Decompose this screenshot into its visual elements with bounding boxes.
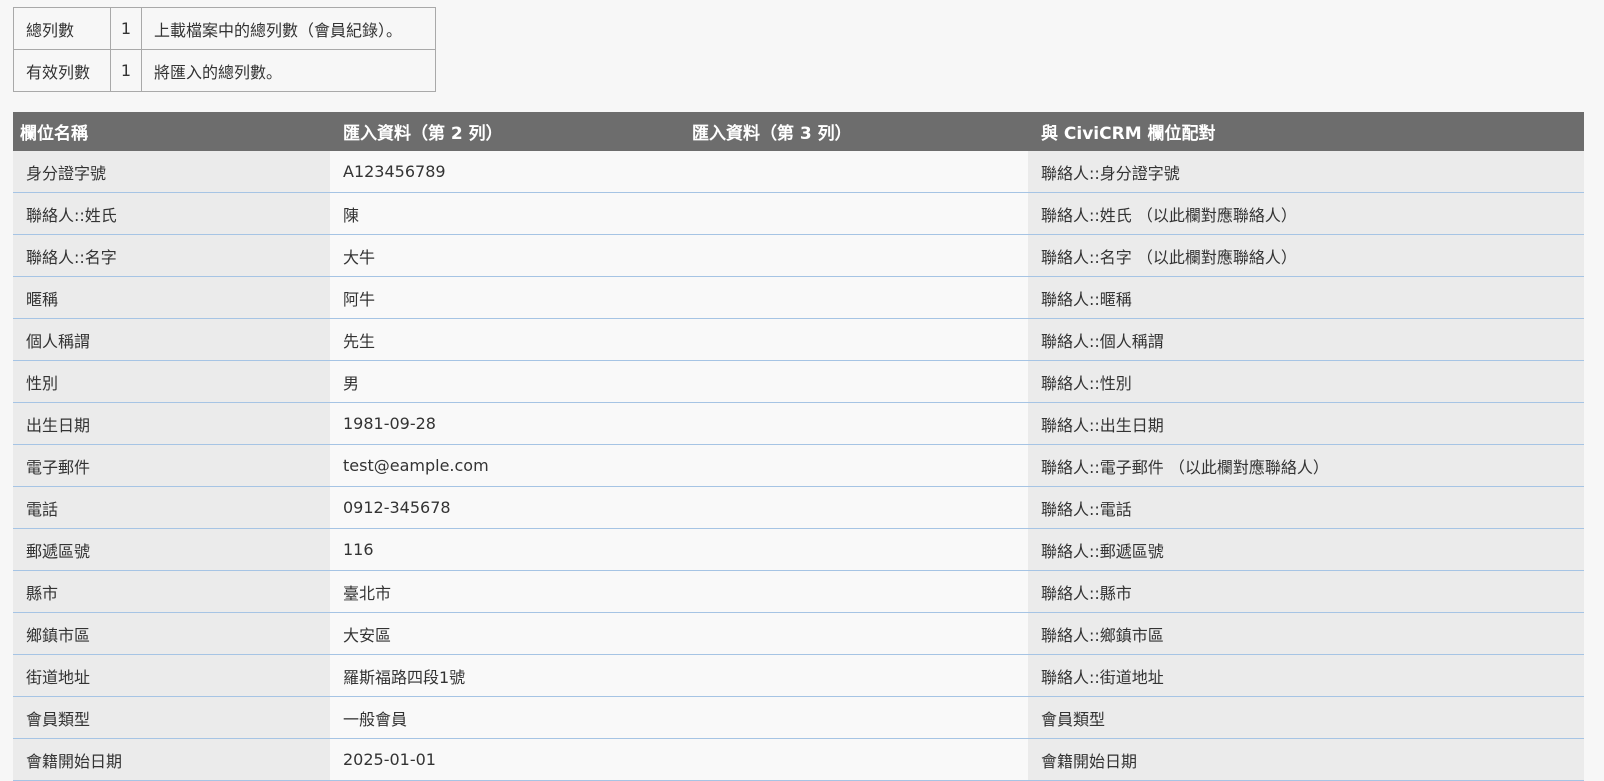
- import-row-2-cell: A123456789: [330, 151, 679, 192]
- civicrm-match-cell: 聯絡人::暱稱: [1028, 277, 1584, 318]
- field-name-cell: 縣市: [13, 571, 330, 612]
- import-row-3-cell: [679, 697, 1028, 738]
- import-row-2-cell: 大安區: [330, 613, 679, 654]
- field-name-cell: 街道地址: [13, 655, 330, 696]
- import-row-3-cell: [679, 739, 1028, 780]
- import-row-2-cell: 0912-345678: [330, 487, 679, 528]
- import-row-3-cell: [679, 193, 1028, 234]
- civicrm-match-cell: 聯絡人::名字 （以此欄對應聯絡人）: [1028, 235, 1584, 276]
- field-name-cell: 身分證字號: [13, 151, 330, 192]
- import-row-3-cell: [679, 277, 1028, 318]
- import-row-3-cell: [679, 487, 1028, 528]
- table-row: 會員類型 一般會員 會員類型: [13, 697, 1584, 739]
- field-name-cell: 電子郵件: [13, 445, 330, 486]
- field-name-cell: 性別: [13, 361, 330, 402]
- field-name-cell: 聯絡人::姓氏: [13, 193, 330, 234]
- table-row: 電話 0912-345678 聯絡人::電話: [13, 487, 1584, 529]
- table-row: 個人稱謂 先生 聯絡人::個人稱謂: [13, 319, 1584, 361]
- civicrm-match-cell: 聯絡人::街道地址: [1028, 655, 1584, 696]
- import-row-2-cell: 先生: [330, 319, 679, 360]
- civicrm-match-cell: 聯絡人::電子郵件 （以此欄對應聯絡人）: [1028, 445, 1584, 486]
- civicrm-match-cell: 聯絡人::出生日期: [1028, 403, 1584, 444]
- field-name-cell: 會員類型: [13, 697, 330, 738]
- import-row-2-cell: 阿牛: [330, 277, 679, 318]
- table-row: 聯絡人::名字 大牛 聯絡人::名字 （以此欄對應聯絡人）: [13, 235, 1584, 277]
- import-row-3-cell: [679, 403, 1028, 444]
- civicrm-match-cell: 聯絡人::性別: [1028, 361, 1584, 402]
- field-name-cell: 電話: [13, 487, 330, 528]
- import-row-3-cell: [679, 529, 1028, 570]
- mapping-table-header: 欄位名稱 匯入資料（第 2 列） 匯入資料（第 3 列） 與 CiviCRM 欄…: [13, 112, 1584, 151]
- table-row: 電子郵件 test@eample.com 聯絡人::電子郵件 （以此欄對應聯絡人）: [13, 445, 1584, 487]
- import-row-2-cell: test@eample.com: [330, 445, 679, 486]
- civicrm-match-cell: 聯絡人::姓氏 （以此欄對應聯絡人）: [1028, 193, 1584, 234]
- import-row-3-cell: [679, 655, 1028, 696]
- import-summary-table: 總列數 1 上載檔案中的總列數（會員紀錄）。 有效列數 1 將匯入的總列數。: [13, 7, 436, 92]
- header-civicrm-match: 與 CiviCRM 欄位配對: [1041, 124, 1216, 144]
- import-row-3-cell: [679, 571, 1028, 612]
- civicrm-match-cell: 聯絡人::身分證字號: [1028, 151, 1584, 192]
- civicrm-match-cell: 聯絡人::鄉鎮市區: [1028, 613, 1584, 654]
- import-row-3-cell: [679, 151, 1028, 192]
- import-row-3-cell: [679, 235, 1028, 276]
- import-row-3-cell: [679, 613, 1028, 654]
- import-row-2-cell: 大牛: [330, 235, 679, 276]
- field-mapping-table: 欄位名稱 匯入資料（第 2 列） 匯入資料（第 3 列） 與 CiviCRM 欄…: [13, 112, 1584, 781]
- civicrm-match-cell: 聯絡人::個人稱謂: [1028, 319, 1584, 360]
- mapping-table-body: 身分證字號 A123456789 聯絡人::身分證字號 聯絡人::姓氏陳聯絡人::姓氏…: [13, 151, 1584, 781]
- table-row: 郵遞區號 116 聯絡人::郵遞區號: [13, 529, 1584, 571]
- table-row: 聯絡人::姓氏陳 聯絡人::姓氏 （以此欄對應聯絡人）: [13, 193, 1584, 235]
- import-row-3-cell: [679, 361, 1028, 402]
- field-name-cell: 會籍開始日期: [13, 739, 330, 780]
- table-row: 縣市 臺北市 聯絡人::縣市: [13, 571, 1584, 613]
- civicrm-match-cell: 聯絡人::縣市: [1028, 571, 1584, 612]
- header-import-row-2: 匯入資料（第 2 列）: [343, 124, 503, 144]
- summary-description: 將匯入的總列數。: [141, 49, 436, 92]
- field-name-cell: 聯絡人::名字: [13, 235, 330, 276]
- field-name-cell: 出生日期: [13, 403, 330, 444]
- civicrm-match-cell: 聯絡人::電話: [1028, 487, 1584, 528]
- table-row: 鄉鎮市區 大安區 聯絡人::鄉鎮市區: [13, 613, 1584, 655]
- summary-label: 有效列數: [13, 49, 111, 92]
- import-row-3-cell: [679, 319, 1028, 360]
- field-name-cell: 暱稱: [13, 277, 330, 318]
- import-row-2-cell: 男: [330, 361, 679, 402]
- summary-row-total: 總列數 1 上載檔案中的總列數（會員紀錄）。: [13, 7, 436, 50]
- summary-label: 總列數: [13, 7, 111, 50]
- import-row-2-cell: 1981-09-28: [330, 403, 679, 444]
- field-name-cell: 鄉鎮市區: [13, 613, 330, 654]
- table-row: 街道地址 羅斯福路四段1號 聯絡人::街道地址: [13, 655, 1584, 697]
- table-row: 會籍開始日期 2025-01-01 會籍開始日期: [13, 739, 1584, 781]
- import-row-2-cell: 一般會員: [330, 697, 679, 738]
- import-row-2-cell: 2025-01-01: [330, 739, 679, 780]
- table-row: 出生日期 1981-09-28 聯絡人::出生日期: [13, 403, 1584, 445]
- civicrm-match-cell: 會籍開始日期: [1028, 739, 1584, 780]
- header-field-name: 欄位名稱: [20, 124, 88, 144]
- table-row: 身分證字號 A123456789 聯絡人::身分證字號: [13, 151, 1584, 193]
- import-row-2-cell: 羅斯福路四段1號: [330, 655, 679, 696]
- import-row-2-cell: 陳: [330, 193, 679, 234]
- field-name-cell: 郵遞區號: [13, 529, 330, 570]
- civicrm-match-cell: 會員類型: [1028, 697, 1584, 738]
- table-row: 性別男 聯絡人::性別: [13, 361, 1584, 403]
- field-name-cell: 個人稱謂: [13, 319, 330, 360]
- import-row-2-cell: 116: [330, 529, 679, 570]
- summary-count: 1: [110, 7, 142, 50]
- summary-count: 1: [110, 49, 142, 92]
- import-row-3-cell: [679, 445, 1028, 486]
- header-import-row-3: 匯入資料（第 3 列）: [692, 124, 852, 144]
- import-row-2-cell: 臺北市: [330, 571, 679, 612]
- summary-row-valid: 有效列數 1 將匯入的總列數。: [13, 49, 436, 92]
- summary-description: 上載檔案中的總列數（會員紀錄）。: [141, 7, 436, 50]
- table-row: 暱稱 阿牛 聯絡人::暱稱: [13, 277, 1584, 319]
- civicrm-match-cell: 聯絡人::郵遞區號: [1028, 529, 1584, 570]
